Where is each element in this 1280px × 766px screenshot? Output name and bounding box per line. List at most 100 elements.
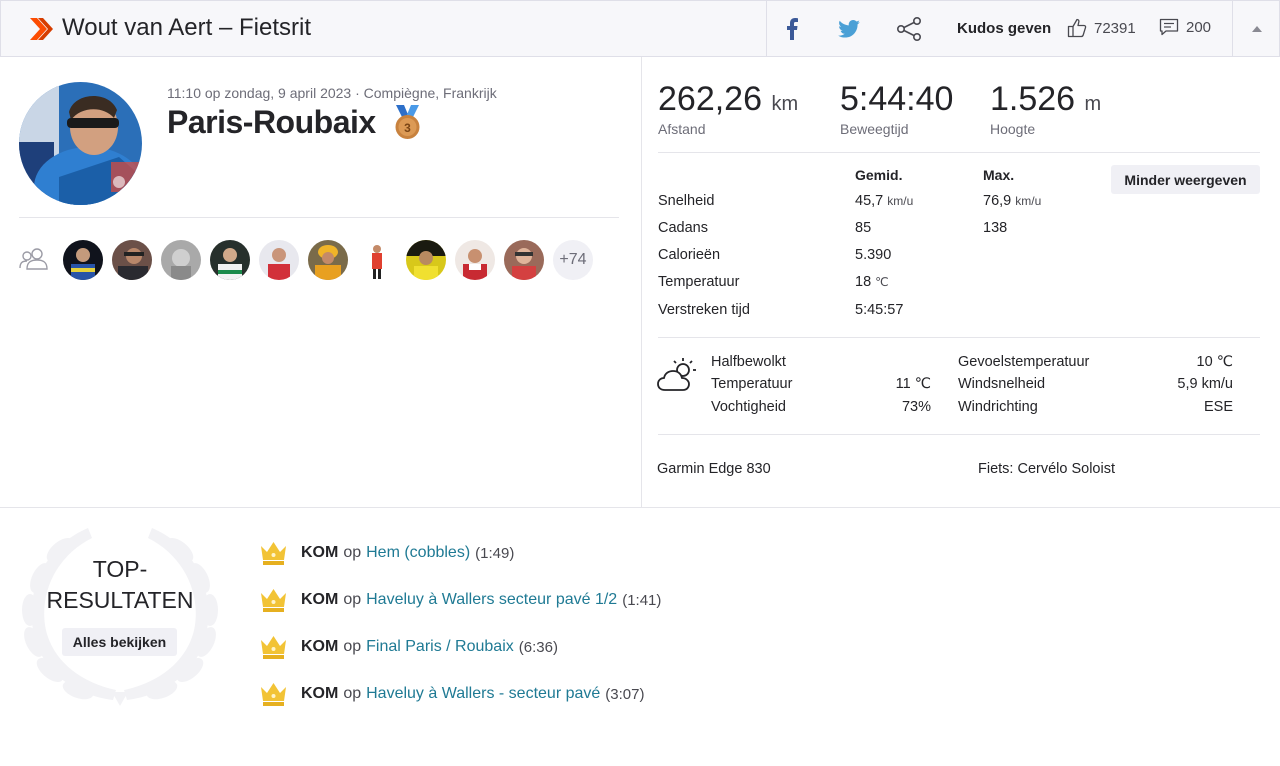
share-icon — [896, 16, 921, 41]
connector-text: op — [343, 544, 362, 561]
stat-avg-unit: ℃ — [875, 275, 889, 289]
weather-temp-value: 11 ℃ — [895, 376, 931, 392]
top-results-title: TOP- RESULTATEN — [20, 554, 220, 616]
avg-column-header: Gemid. — [855, 167, 903, 183]
comments-count-value: 200 — [1186, 18, 1212, 36]
stat-avg-value: 45,7 — [855, 193, 884, 209]
group-athletes: +74 — [63, 240, 593, 280]
chevron-logo-icon — [30, 18, 53, 40]
group-icon — [19, 248, 48, 270]
facebook-share-button[interactable] — [767, 1, 817, 56]
top-result-item: KOM op Hem (cobbles) (1:49) — [259, 540, 514, 566]
segment-time: (1:49) — [475, 544, 515, 562]
medal-rank: 3 — [404, 121, 411, 135]
weather-feels-value: 10 ℃ — [1196, 354, 1233, 370]
weather-humidity-value: 73% — [901, 399, 931, 415]
segment-link[interactable]: Final Paris / Roubaix — [366, 638, 514, 656]
achievement-label: KOM — [301, 544, 339, 561]
stat-avg-unit: km/u — [887, 194, 914, 208]
group-athlete-avatar[interactable] — [455, 240, 495, 280]
thumbs-up-icon — [1067, 18, 1087, 38]
stat-label: Snelheid — [658, 193, 715, 209]
achievement-label: KOM — [301, 685, 339, 702]
give-kudos-button[interactable]: Kudos geven — [957, 20, 1051, 37]
activity-name: Paris-Roubaix — [167, 104, 376, 140]
kudos-count[interactable]: 72391 — [1067, 18, 1136, 38]
distance-label: Afstand — [658, 121, 706, 137]
stats-row-elapsed-time: Verstreken tijd 5:45:57 — [658, 302, 1158, 322]
stat-label: Verstreken tijd — [658, 302, 750, 318]
stat-avg-value: 18 — [855, 274, 872, 290]
bronze-medal-icon: 3 — [395, 105, 420, 139]
weather-wind-dir-label: Windrichting — [958, 399, 1038, 415]
bike-name: Fiets: Cervélo Soloist — [978, 461, 1115, 477]
column-divider — [641, 57, 642, 507]
activity-summary: 11:10 op zondag, 9 april 2023 · Compiègn… — [0, 57, 641, 507]
group-athlete-avatar[interactable] — [308, 240, 348, 280]
distance-unit: km — [771, 93, 799, 115]
facebook-icon — [787, 17, 798, 40]
weather-wind-speed-label: Windsnelheid — [958, 376, 1046, 392]
group-athlete-avatar[interactable] — [210, 240, 250, 280]
group-athlete-avatar[interactable] — [504, 240, 544, 280]
partly-cloudy-icon — [657, 358, 696, 391]
athlete-avatar[interactable] — [19, 82, 142, 205]
crown-icon — [261, 683, 286, 706]
stats-row-cadence: Cadans 85 138 — [658, 220, 1158, 240]
weather-temp-label: Temperatuur — [711, 376, 793, 392]
stat-max-value: 138 — [983, 220, 1008, 236]
stat-avg-value: 5:45:57 — [855, 302, 904, 318]
segment-link[interactable]: Hem (cobbles) — [366, 544, 470, 562]
top-result-item: KOM op Final Paris / Roubaix (6:36) — [259, 634, 558, 660]
elevation-stat: 1.526 m Hoogte — [990, 80, 1101, 137]
top-result-item: KOM op Haveluy à Wallers - secteur pavé … — [259, 681, 644, 707]
achievement-label: KOM — [301, 591, 339, 608]
segment-time: (1:41) — [622, 591, 662, 609]
elevation-unit: m — [1084, 93, 1102, 115]
stats-row-speed: Snelheid 45,7 km/u 76,9 km/u — [658, 193, 1158, 213]
top-results-title-line2: RESULTATEN — [46, 587, 194, 613]
see-all-button[interactable]: Alles bekijken — [62, 628, 177, 656]
collapse-header-button[interactable] — [1232, 1, 1280, 56]
weather-wind-speed-value: 5,9 km/u — [1177, 376, 1233, 392]
stat-max: 76,9 km/u — [983, 193, 1041, 209]
more-athletes-button[interactable]: +74 — [553, 240, 593, 280]
group-athlete-avatar[interactable] — [406, 240, 446, 280]
show-less-button[interactable]: Minder weergeven — [1111, 165, 1260, 194]
connector-text: op — [343, 685, 362, 702]
elevation-label: Hoogte — [990, 121, 1036, 137]
caret-up-icon — [1251, 25, 1262, 32]
connector-text: op — [343, 591, 362, 608]
max-column-header: Max. — [983, 167, 1015, 183]
stats-row-temperature: Temperatuur 18 ℃ — [658, 274, 1158, 294]
moving-time-stat: 5:44:40 Beweegtijd — [840, 80, 953, 137]
twitter-icon — [838, 19, 860, 38]
gear-divider — [658, 434, 1260, 435]
comment-icon — [1159, 18, 1179, 36]
group-athlete-avatar[interactable] — [112, 240, 152, 280]
distance-value: 262,26 — [658, 80, 762, 118]
comments-count[interactable]: 200 — [1159, 18, 1211, 36]
weather-feels-label: Gevoelstemperatuur — [958, 354, 1090, 370]
moving-time-label: Beweegtijd — [840, 121, 909, 137]
crown-icon — [261, 542, 286, 565]
weather-condition: Halfbewolkt — [711, 354, 786, 370]
stat-avg-value: 5.390 — [855, 247, 892, 263]
share-button[interactable] — [883, 1, 935, 56]
group-athlete-avatar[interactable] — [161, 240, 201, 280]
crown-icon — [261, 636, 286, 659]
page-title: Wout van Aert – Fietsrit — [62, 14, 311, 41]
device-name: Garmin Edge 830 — [657, 461, 771, 477]
section-divider — [0, 507, 1280, 508]
group-athlete-avatar[interactable] — [63, 240, 103, 280]
segment-link[interactable]: Haveluy à Wallers - secteur pavé — [366, 685, 600, 703]
stats-row-calories: Calorieën 5.390 — [658, 247, 1158, 267]
group-athlete-avatar[interactable] — [357, 240, 397, 280]
twitter-share-button[interactable] — [823, 1, 875, 56]
top-results-title-line1: TOP- — [92, 556, 148, 582]
stat-label: Cadans — [658, 220, 708, 236]
segment-link[interactable]: Haveluy à Wallers secteur pavé 1/2 — [366, 591, 617, 609]
top-result-item: KOM op Haveluy à Wallers secteur pavé 1/… — [259, 587, 661, 613]
activity-header: Wout van Aert – Fietsrit Kudos geven 723… — [0, 0, 1280, 57]
group-athlete-avatar[interactable] — [259, 240, 299, 280]
